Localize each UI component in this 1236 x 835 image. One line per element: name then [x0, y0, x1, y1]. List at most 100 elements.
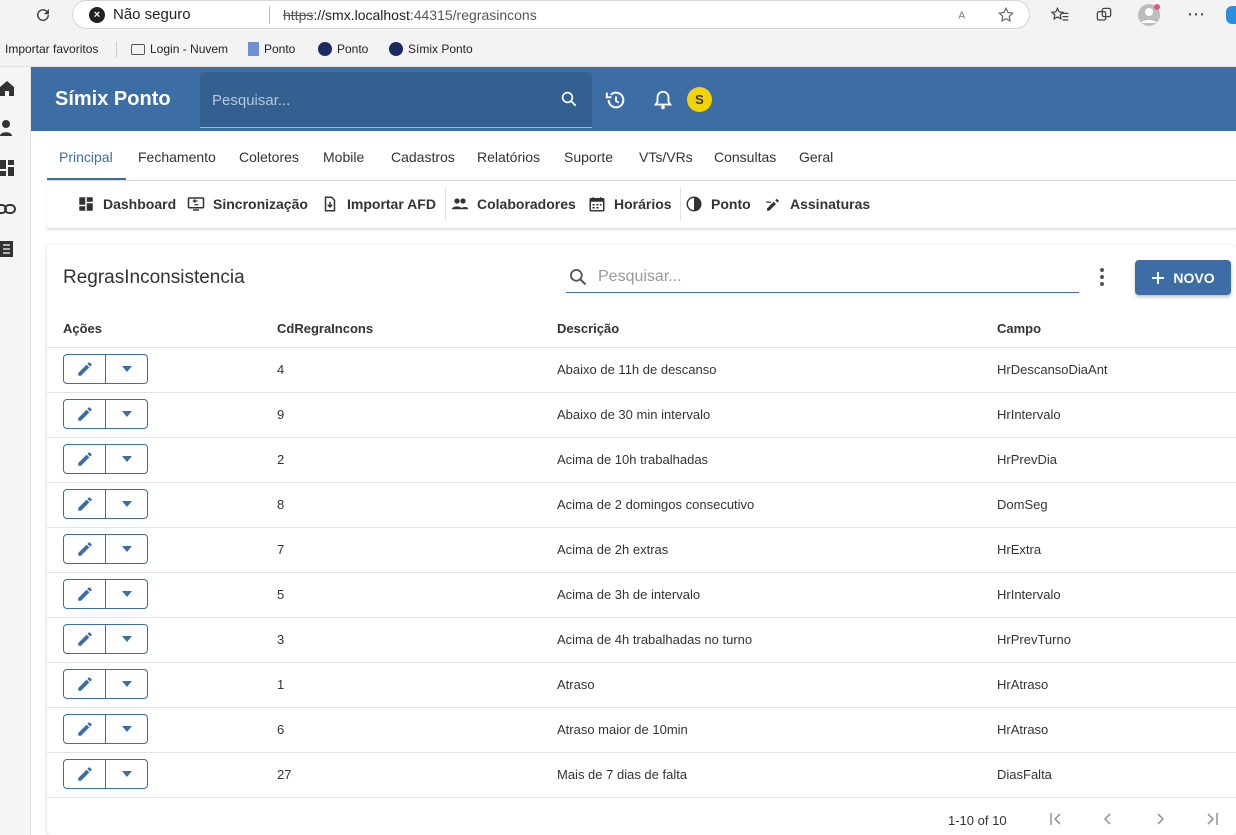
- dashboard-icon: [79, 197, 93, 211]
- next-page-icon[interactable]: [1152, 811, 1168, 827]
- subnav-importar-afd[interactable]: Importar AFD: [321, 195, 436, 213]
- home-icon[interactable]: [0, 79, 16, 97]
- table-row[interactable]: 27 Mais de 7 dias de falta DiasFalta: [47, 753, 1236, 798]
- tab-consultas[interactable]: Consultas: [714, 149, 776, 165]
- row-menu-dropdown[interactable]: [106, 400, 147, 428]
- row-menu-dropdown[interactable]: [106, 355, 147, 383]
- tab-fechamento[interactable]: Fechamento: [138, 149, 216, 165]
- table-row[interactable]: 4 Abaixo de 11h de descanso HrDescansoDiaA…: [47, 348, 1236, 393]
- subnav-dashboard[interactable]: Dashboard: [77, 195, 176, 213]
- tab-geral[interactable]: Geral: [799, 149, 833, 165]
- profile-icon[interactable]: [1137, 3, 1161, 27]
- dashboard-icon[interactable]: [0, 159, 16, 177]
- user-avatar[interactable]: S: [687, 87, 712, 112]
- favorite-ponto-1[interactable]: Ponto: [248, 42, 295, 56]
- cell-campo: HrIntervalo: [997, 407, 1061, 422]
- more-vertical-icon[interactable]: [1097, 267, 1107, 287]
- pencil-icon: [77, 497, 92, 511]
- edit-button[interactable]: [64, 445, 106, 473]
- collections-icon[interactable]: [1094, 5, 1114, 25]
- user-icon[interactable]: [0, 119, 16, 137]
- edit-button[interactable]: [64, 490, 106, 518]
- caret-down-icon: [121, 771, 132, 777]
- history-icon[interactable]: [605, 89, 627, 111]
- tab-principal[interactable]: Principal: [59, 149, 113, 165]
- table-row[interactable]: 3 Acima de 4h trabalhadas no turno HrPrevT…: [47, 618, 1236, 663]
- edit-button[interactable]: [64, 355, 106, 383]
- row-menu-dropdown[interactable]: [106, 625, 147, 653]
- edit-button[interactable]: [64, 625, 106, 653]
- calendar-icon: [589, 197, 605, 212]
- url-text[interactable]: https://smx.localhost:44315/regrasincons: [283, 7, 537, 23]
- row-menu-dropdown[interactable]: [106, 580, 147, 608]
- column-header-campo[interactable]: Campo: [997, 321, 1041, 336]
- table-row[interactable]: 5 Acima de 3h de intervalo HrIntervalo: [47, 573, 1236, 618]
- cell-campo: DomSeg: [997, 497, 1048, 512]
- first-page-icon[interactable]: [1048, 811, 1064, 827]
- row-menu-dropdown[interactable]: [106, 670, 147, 698]
- read-aloud-icon[interactable]: A: [957, 7, 973, 23]
- previous-page-icon[interactable]: [1100, 811, 1116, 827]
- row-actions: [63, 579, 148, 609]
- last-page-icon[interactable]: [1204, 811, 1220, 827]
- table-search-input[interactable]: [598, 266, 1068, 288]
- subnav-assinaturas[interactable]: Assinaturas: [764, 195, 870, 213]
- tab-mobile[interactable]: Mobile: [323, 149, 364, 165]
- favorite-login-nuvem[interactable]: Login - Nuvem: [131, 42, 228, 56]
- subnav-horarios[interactable]: Horários: [588, 195, 672, 213]
- brand-title[interactable]: Símix Ponto: [55, 88, 171, 111]
- column-header-cdregraincons[interactable]: CdRegraIncons: [277, 321, 373, 336]
- subnav-sincronizacao[interactable]: Sincronização: [187, 195, 308, 213]
- tab-cadastros[interactable]: Cadastros: [391, 149, 455, 165]
- search-icon[interactable]: [560, 90, 578, 108]
- favorite-import[interactable]: Importar favoritos: [5, 42, 98, 56]
- row-menu-dropdown[interactable]: [106, 445, 147, 473]
- row-menu-dropdown[interactable]: [106, 490, 147, 518]
- column-header-descricao[interactable]: Descrição: [557, 321, 619, 336]
- subnav-colaboradores[interactable]: Colaboradores: [451, 195, 576, 213]
- table-row[interactable]: 8 Acima de 2 domingos consecutivo DomSeg: [47, 483, 1236, 528]
- notification-bell-icon[interactable]: [652, 89, 674, 111]
- row-actions: [63, 444, 148, 474]
- tab-suporte[interactable]: Suporte: [564, 149, 613, 165]
- table-search[interactable]: [566, 261, 1079, 293]
- more-options-icon[interactable]: ⋯: [1187, 4, 1205, 25]
- edit-button[interactable]: [64, 535, 106, 563]
- row-menu-dropdown[interactable]: [106, 760, 147, 788]
- reload-icon[interactable]: [34, 6, 52, 24]
- copilot-icon[interactable]: [1226, 6, 1236, 24]
- cell-cd: 9: [277, 407, 285, 422]
- address-bar[interactable]: × Não seguro https://smx.localhost:44315…: [72, 0, 1030, 29]
- tab-vts-vrs[interactable]: VTs/VRs: [639, 149, 693, 165]
- tab-coletores[interactable]: Coletores: [239, 149, 299, 165]
- edit-button[interactable]: [64, 715, 106, 743]
- tab-relatorios[interactable]: Relatórios: [477, 149, 540, 165]
- table-row[interactable]: 9 Abaixo de 30 min intervalo HrIntervalo: [47, 393, 1236, 438]
- table-row[interactable]: 7 Acima de 2h extras HrExtra: [47, 528, 1236, 573]
- clock-site-icon: [389, 42, 403, 56]
- row-menu-dropdown[interactable]: [106, 535, 147, 563]
- table-row[interactable]: 6 Atraso maior de 10min HrAtraso: [47, 708, 1236, 753]
- favorite-star-icon[interactable]: [997, 6, 1015, 24]
- column-header-acoes[interactable]: Ações: [63, 321, 102, 336]
- pencil-icon: [77, 722, 92, 736]
- table-row[interactable]: 2 Acima de 10h trabalhadas HrPrevDia: [47, 438, 1236, 483]
- row-menu-dropdown[interactable]: [106, 715, 147, 743]
- book-icon[interactable]: [0, 240, 16, 258]
- favorites-list-icon[interactable]: [1050, 5, 1070, 25]
- favorite-simix-ponto[interactable]: Símix Ponto: [389, 42, 473, 56]
- edit-button[interactable]: [64, 400, 106, 428]
- edit-button[interactable]: [64, 580, 106, 608]
- new-button[interactable]: NOVO: [1135, 260, 1231, 295]
- header-search[interactable]: [200, 72, 592, 128]
- header-search-input[interactable]: [212, 88, 542, 112]
- table-row[interactable]: 1 Atraso HrAtraso: [47, 663, 1236, 708]
- subnav-ponto[interactable]: Ponto: [685, 195, 751, 213]
- cell-cd: 2: [277, 452, 285, 467]
- pagination-range: 1-10 of 10: [948, 813, 1007, 828]
- edit-button[interactable]: [64, 670, 106, 698]
- edit-button[interactable]: [64, 760, 106, 788]
- favorite-ponto-2[interactable]: Ponto: [318, 42, 368, 56]
- subnav-label: Ponto: [711, 196, 751, 212]
- link-icon[interactable]: [0, 200, 16, 218]
